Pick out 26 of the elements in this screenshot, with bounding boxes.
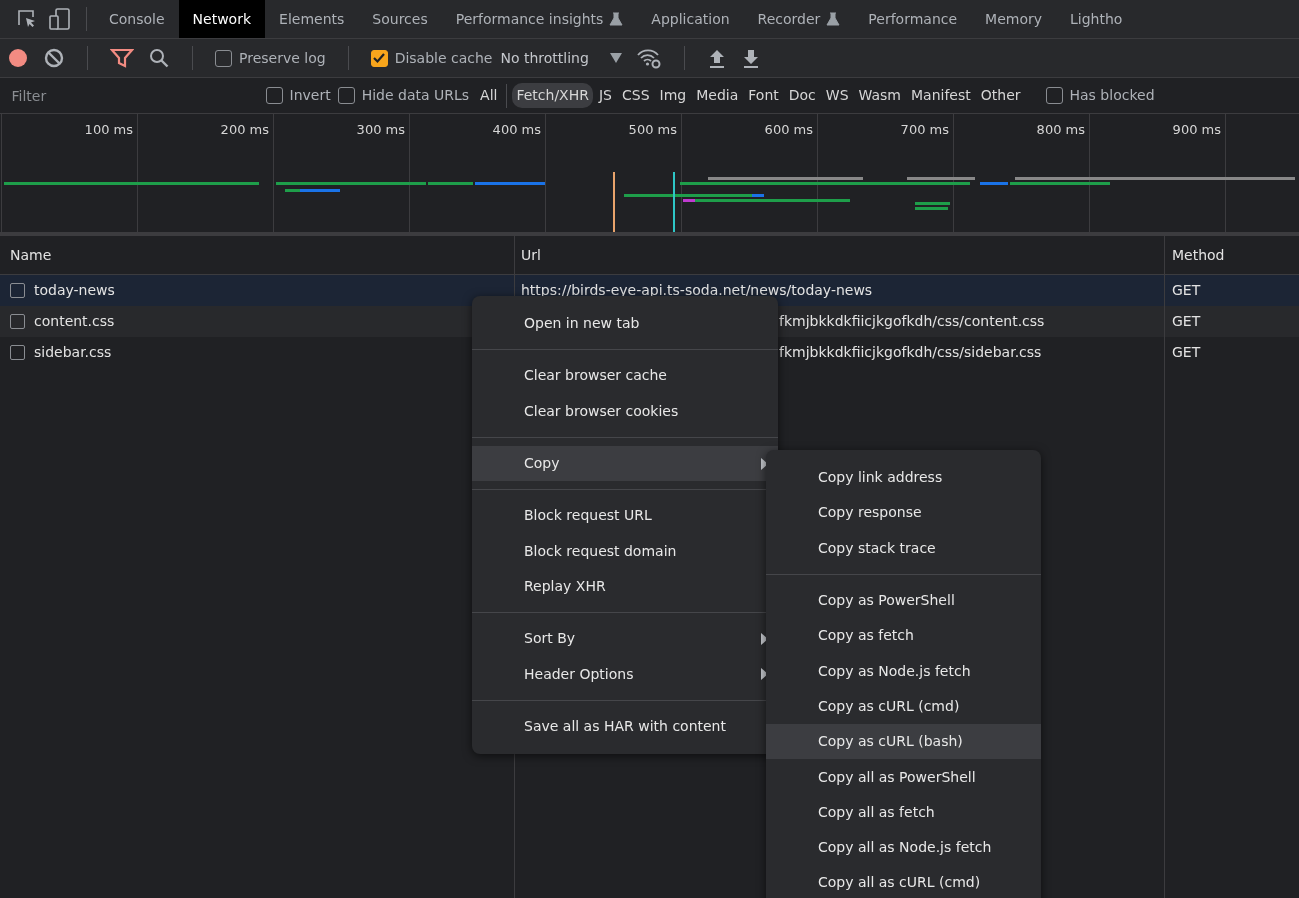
tick-label: 300 ms (356, 122, 405, 137)
table-cell-text: GET (1172, 343, 1201, 362)
table-cell-text: fkmjbkkdkfiicjkgofkdh/css/sidebar.css (779, 343, 1042, 362)
checkbox-label: Preserve log (239, 48, 326, 68)
tick-label: 700 ms (900, 122, 949, 137)
tick-label: 400 ms (492, 122, 541, 137)
table-cell-text: fkmjbkkdkfiicjkgofkdh/css/content.css (779, 312, 1045, 331)
table-cell-text: https://birds-eye-api.ts-soda.net/news/today-news (521, 281, 873, 300)
tick-label: 500 ms (628, 122, 677, 137)
tick-label: 200 ms (220, 122, 269, 137)
column-header: Url (521, 245, 541, 265)
checkbox-label: Invert (289, 86, 331, 105)
column-header: Name (10, 245, 52, 265)
tick-label: 900 ms (1172, 122, 1221, 137)
table-cell-text: content.css (34, 312, 115, 331)
checkbox-label: Has blocked (1069, 86, 1155, 105)
tick-label: 600 ms (764, 122, 813, 137)
table-cell-text: GET (1172, 312, 1201, 331)
tick-label: 800 ms (1036, 122, 1085, 137)
checkbox-label: Hide data URLs (361, 86, 470, 105)
table-cell-text: GET (1172, 281, 1201, 300)
table-cell-text: today-news (34, 281, 115, 300)
checkbox-label: Disable cache (394, 48, 493, 68)
column-header: Method (1172, 245, 1225, 265)
table-cell-text: sidebar.css (34, 343, 112, 362)
tick-label: 100 ms (84, 122, 133, 137)
